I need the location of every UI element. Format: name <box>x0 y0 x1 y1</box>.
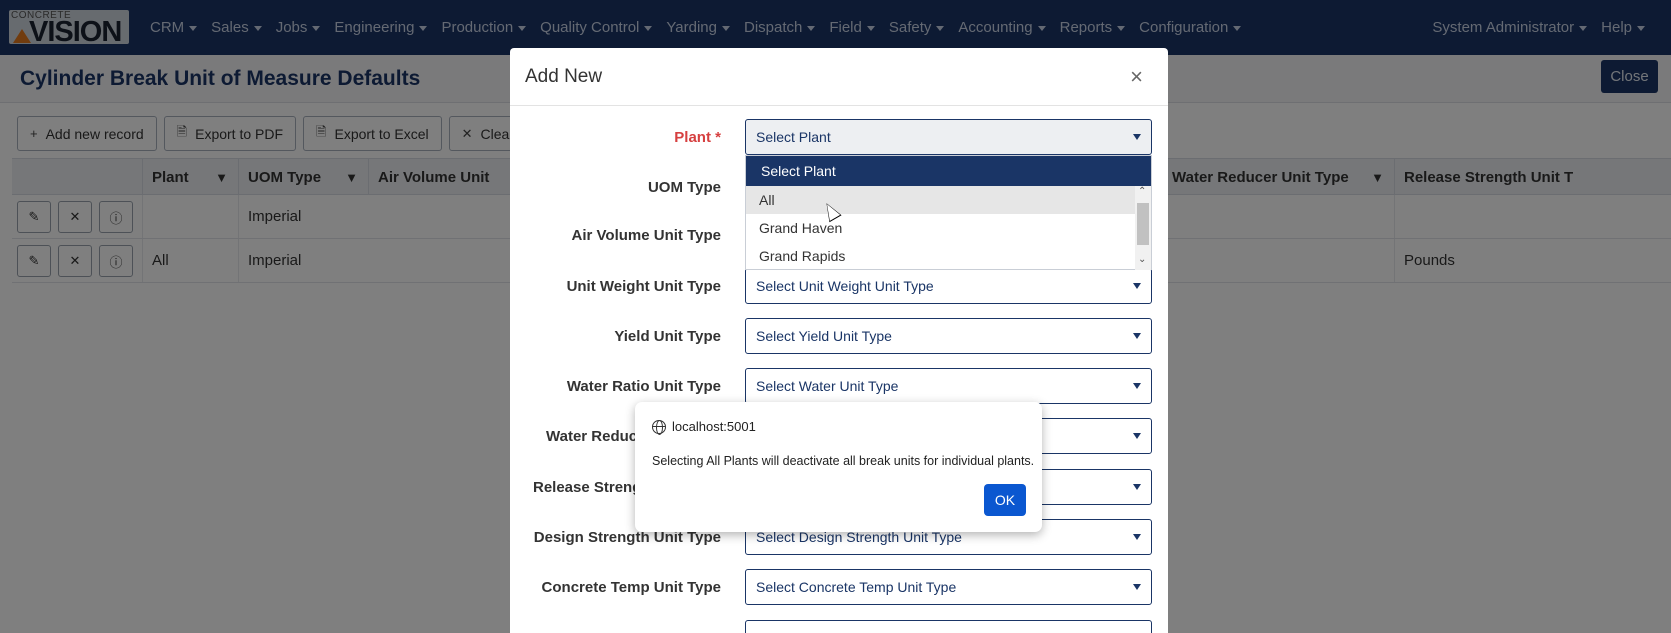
water-ratio-value: Select Water Unit Type <box>756 378 899 394</box>
modal-close-icon[interactable]: × <box>1130 64 1143 90</box>
dropdown-scrollbar[interactable]: ⌃ ⌄ <box>1135 186 1151 270</box>
plant-label-text: Plant <box>674 129 711 146</box>
dropdown-option-grand-haven[interactable]: Grand Haven <box>746 214 1135 242</box>
alert-origin: localhost:5001 <box>652 419 756 435</box>
dropdown-option-grand-rapids[interactable]: Grand Rapids <box>746 242 1135 270</box>
yield-label: Yield Unit Type <box>614 328 721 345</box>
chevron-down-icon <box>1133 283 1141 289</box>
yield-value: Select Yield Unit Type <box>756 328 892 344</box>
water-reducer-label: Water Reduc <box>546 428 638 445</box>
plant-dropdown-list: Select Plant All Grand Haven Grand Rapid… <box>745 155 1152 270</box>
dropdown-option-select-plant[interactable]: Select Plant <box>746 156 1151 186</box>
chevron-down-icon <box>1133 333 1141 339</box>
chevron-down-icon <box>1133 534 1141 540</box>
modal-title: Add New <box>525 66 603 87</box>
modal-divider <box>510 105 1168 106</box>
chevron-down-icon <box>1133 134 1141 140</box>
next-field-select[interactable] <box>745 620 1152 633</box>
air-volume-label: Air Volume Unit Type <box>571 227 721 244</box>
water-ratio-label: Water Ratio Unit Type <box>566 378 721 395</box>
alert-message: Selecting All Plants will deactivate all… <box>652 454 1035 468</box>
chevron-down-icon <box>1133 433 1141 439</box>
unit-weight-value: Select Unit Weight Unit Type <box>756 278 934 294</box>
chevron-down-icon <box>1133 383 1141 389</box>
globe-icon <box>652 419 666 435</box>
concrete-temp-label: Concrete Temp Unit Type <box>541 579 721 596</box>
unit-weight-label: Unit Weight Unit Type <box>566 278 721 295</box>
concrete-temp-value: Select Concrete Temp Unit Type <box>756 579 957 595</box>
concrete-temp-select[interactable]: Select Concrete Temp Unit Type <box>745 569 1152 605</box>
scroll-down-icon[interactable]: ⌄ <box>1138 254 1146 265</box>
unit-weight-select[interactable]: Select Unit Weight Unit Type <box>745 268 1152 304</box>
chevron-down-icon <box>1133 484 1141 490</box>
ok-button[interactable]: OK <box>984 484 1026 516</box>
dropdown-option-all[interactable]: All <box>746 186 1135 214</box>
required-marker: * <box>715 129 721 146</box>
scroll-up-icon[interactable]: ⌃ <box>1138 186 1146 197</box>
plant-select-value: Select Plant <box>756 129 831 145</box>
scrollbar-thumb[interactable] <box>1137 203 1149 245</box>
add-new-modal: Add New × Plant * Select Plant UOM Type … <box>510 48 1168 633</box>
chevron-down-icon <box>1133 584 1141 590</box>
plant-label: Plant * <box>674 129 721 146</box>
uom-type-label: UOM Type <box>647 179 721 196</box>
alert-origin-text: localhost:5001 <box>672 419 756 434</box>
browser-alert-dialog: localhost:5001 Selecting All Plants will… <box>635 402 1042 532</box>
yield-select[interactable]: Select Yield Unit Type <box>745 318 1152 354</box>
water-ratio-select[interactable]: Select Water Unit Type <box>745 368 1152 404</box>
plant-select[interactable]: Select Plant <box>745 119 1152 155</box>
